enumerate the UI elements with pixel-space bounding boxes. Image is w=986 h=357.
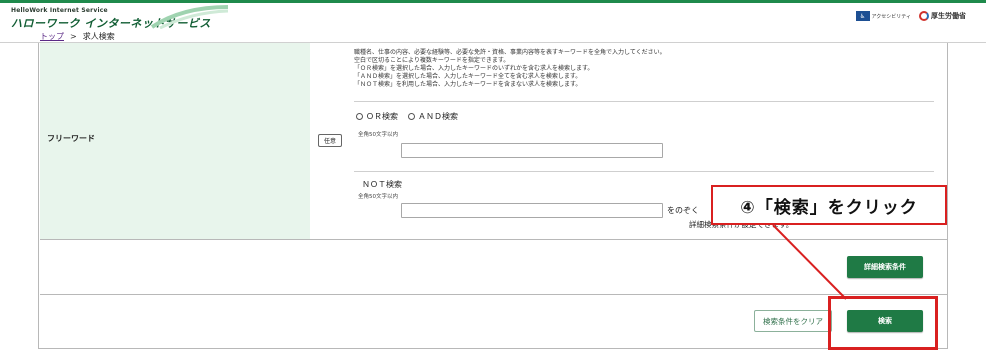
search-button-highlight (828, 296, 938, 350)
instruction-callout: ④「検索」をクリック (711, 185, 947, 225)
